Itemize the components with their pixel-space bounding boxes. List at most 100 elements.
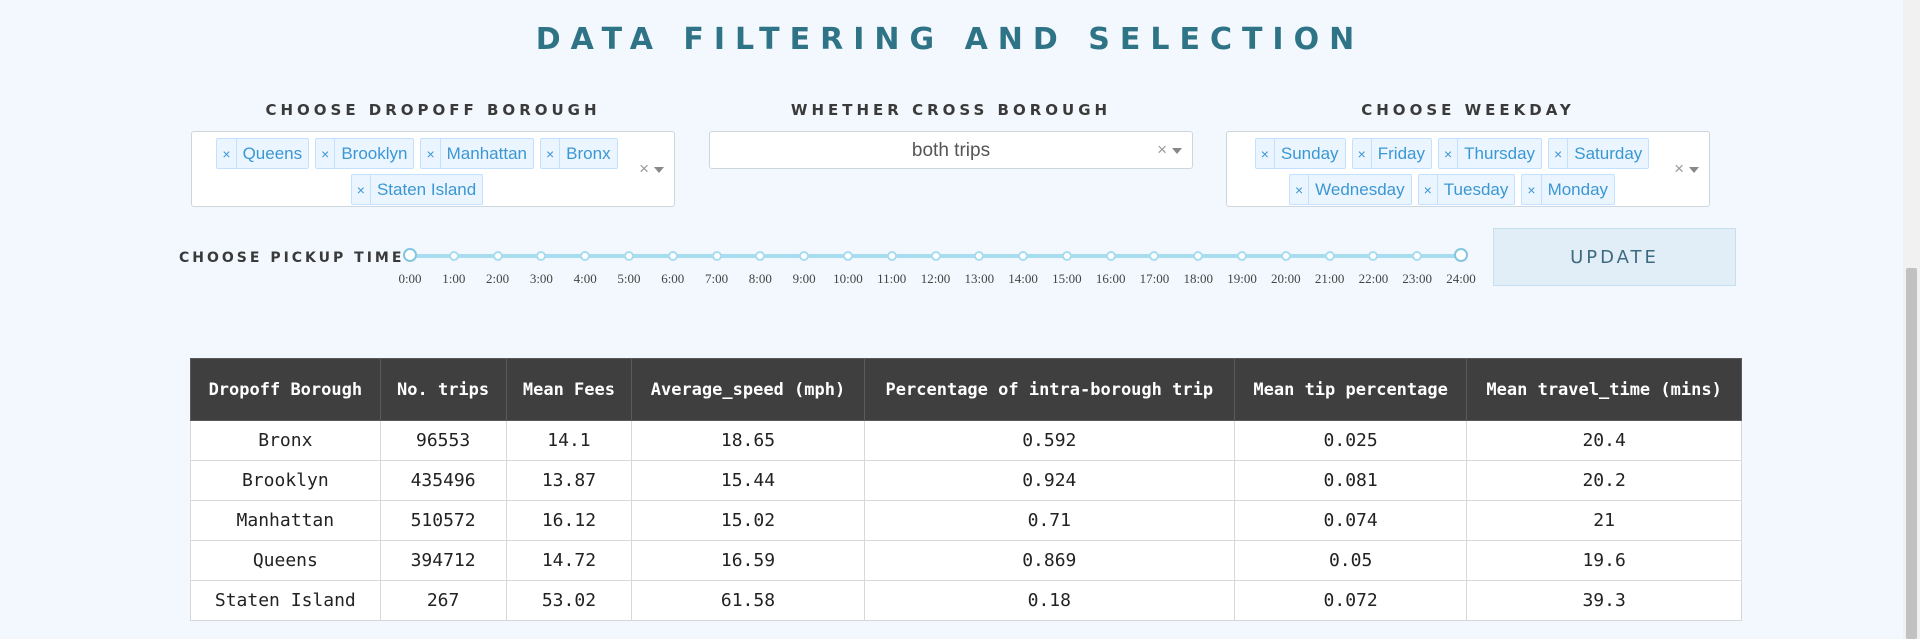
table-cell: 20.2 (1466, 460, 1742, 501)
remove-chip-icon[interactable]: × (316, 139, 336, 168)
slider-dot (974, 251, 985, 261)
weekday-label: CHOOSE WEEKDAY (1361, 101, 1575, 119)
remove-chip-icon[interactable]: × (1549, 139, 1569, 168)
table-cell: 16.59 (631, 540, 865, 581)
table-cell: 394712 (379, 540, 507, 581)
table-body: Bronx 96553 14.1 18.65 0.592 0.025 20.4 Brookly… (190, 420, 1742, 621)
table-cell: 14.72 (505, 540, 633, 581)
column-header: Mean tip percentage (1234, 358, 1468, 421)
slider-dot (448, 251, 459, 261)
weekday-chip: × Wednesday (1288, 174, 1412, 205)
cross-borough-select[interactable]: both trips × (709, 131, 1193, 169)
slider-dot (1237, 251, 1248, 261)
slider-dot (842, 251, 853, 261)
weekday-chips: × Sunday × Friday × Thursday × Saturday × Wednesd… (1237, 138, 1667, 205)
weekday-chip-label: Tuesday (1443, 179, 1509, 199)
table-cell: 267 (379, 580, 507, 621)
remove-chip-icon[interactable]: × (217, 139, 237, 168)
weekday-chip-label: Monday (1547, 179, 1609, 199)
table-cell: 0.869 (863, 540, 1236, 581)
table-cell: 0.074 (1234, 500, 1468, 541)
dropoff-borough-chip-label: Bronx (566, 143, 611, 163)
dropoff-borough-select[interactable]: × Queens × Brooklyn × Manhattan × Bronx × Staten … (191, 131, 675, 207)
column-header: Average_speed (mph) (631, 358, 865, 421)
weekday-chip: × Friday (1351, 138, 1432, 169)
column-header: Dropoff Borough (190, 358, 381, 421)
table-row: Queens 394712 14.72 16.59 0.869 0.05 19.6 (190, 540, 1742, 581)
table-cell: 14.1 (505, 420, 633, 461)
weekday-chip: × Saturday (1548, 138, 1650, 169)
slider-dot (1018, 251, 1029, 261)
table-cell: 16.12 (505, 500, 633, 541)
table-cell: 61.58 (631, 580, 865, 621)
remove-chip-icon[interactable]: × (1522, 175, 1542, 204)
cross-clear-icon[interactable]: × (1157, 140, 1167, 160)
table-cell: 39.3 (1466, 580, 1742, 621)
slider-tick-label: 24:00 (1446, 271, 1476, 286)
table-cell: 96553 (379, 420, 507, 461)
dropoff-borough-chip-label: Queens (242, 143, 303, 163)
cross-borough-value: both trips (911, 140, 991, 161)
dropoff-borough-chip: × Staten Island (350, 174, 484, 205)
table-cell: Staten Island (190, 580, 381, 621)
remove-chip-icon[interactable]: × (1419, 175, 1438, 204)
dropoff-borough-chip: × Queens (216, 138, 310, 169)
slider-dot (623, 251, 634, 261)
weekday-chip-label: Saturday (1574, 143, 1643, 163)
weekday-select[interactable]: × Sunday × Friday × Thursday × Saturday × Wednesd… (1226, 131, 1710, 207)
slider-dot (1193, 251, 1204, 261)
weekday-chip: × Monday (1521, 174, 1616, 205)
table-header-row: Dropoff Borough No. trips Mean Fees Average… (190, 358, 1742, 421)
dropoff-borough-chip: × Brooklyn (315, 138, 415, 169)
remove-chip-icon[interactable]: × (421, 139, 441, 168)
slider-dot (1061, 251, 1072, 261)
table-cell: 20.4 (1466, 420, 1742, 461)
scrollbar-thumb[interactable] (1906, 268, 1917, 639)
table-cell: 0.081 (1234, 460, 1468, 501)
slider-dot (1105, 251, 1116, 261)
table-cell: 510572 (379, 500, 507, 541)
page-title: DATA FILTERING AND SELECTION (535, 22, 1365, 57)
table-cell: 0.18 (863, 580, 1236, 621)
chevron-down-icon[interactable] (1689, 167, 1699, 173)
remove-chip-icon[interactable]: × (1439, 139, 1459, 168)
remove-chip-icon[interactable]: × (1290, 175, 1310, 204)
chevron-down-icon[interactable] (1172, 148, 1182, 154)
dropoff-borough-chip: × Manhattan (420, 138, 534, 169)
weekday-chip-label: Wednesday (1315, 179, 1405, 199)
table-cell: 0.05 (1234, 540, 1468, 581)
table-row: Brooklyn 435496 13.87 15.44 0.924 0.081 20.2 (190, 460, 1742, 501)
slider-dot (886, 251, 897, 261)
slider-dot (799, 251, 810, 261)
table-cell: Queens (190, 540, 381, 581)
slider-dot (711, 251, 722, 261)
slider-handle[interactable] (1454, 248, 1468, 262)
remove-chip-icon[interactable]: × (1353, 139, 1372, 168)
remove-chip-icon[interactable]: × (541, 139, 561, 168)
slider-dot (1280, 251, 1291, 261)
remove-chip-icon[interactable]: × (352, 175, 371, 204)
dropoff-borough-chip-label: Staten Island (376, 179, 477, 199)
remove-chip-icon[interactable]: × (1256, 139, 1275, 168)
column-header: Mean travel_time (mins) (1466, 358, 1742, 421)
table-cell: 0.072 (1234, 580, 1468, 621)
table-cell: Manhattan (190, 500, 381, 541)
dropoff-clear-icon[interactable]: × (639, 159, 649, 179)
weekday-chip-label: Friday (1377, 143, 1425, 163)
table-cell: Brooklyn (190, 460, 381, 501)
weekday-chip: × Sunday (1254, 138, 1346, 169)
slider-dot (536, 251, 547, 261)
slider-handle[interactable] (403, 248, 417, 262)
page-scrollbar[interactable] (1903, 0, 1920, 639)
chevron-down-icon[interactable] (654, 167, 664, 173)
slider-dot (755, 251, 766, 261)
slider-dot (667, 251, 678, 261)
weekday-chip: × Thursday (1437, 138, 1543, 169)
update-button[interactable]: UPDATE (1493, 228, 1736, 286)
table-cell: 0.71 (863, 500, 1236, 541)
table-cell: 53.02 (505, 580, 633, 621)
weekday-clear-icon[interactable]: × (1674, 159, 1684, 179)
table-cell: 15.02 (631, 500, 865, 541)
column-header: Percentage of intra-borough trip (863, 358, 1236, 421)
table-cell: 0.592 (863, 420, 1236, 461)
